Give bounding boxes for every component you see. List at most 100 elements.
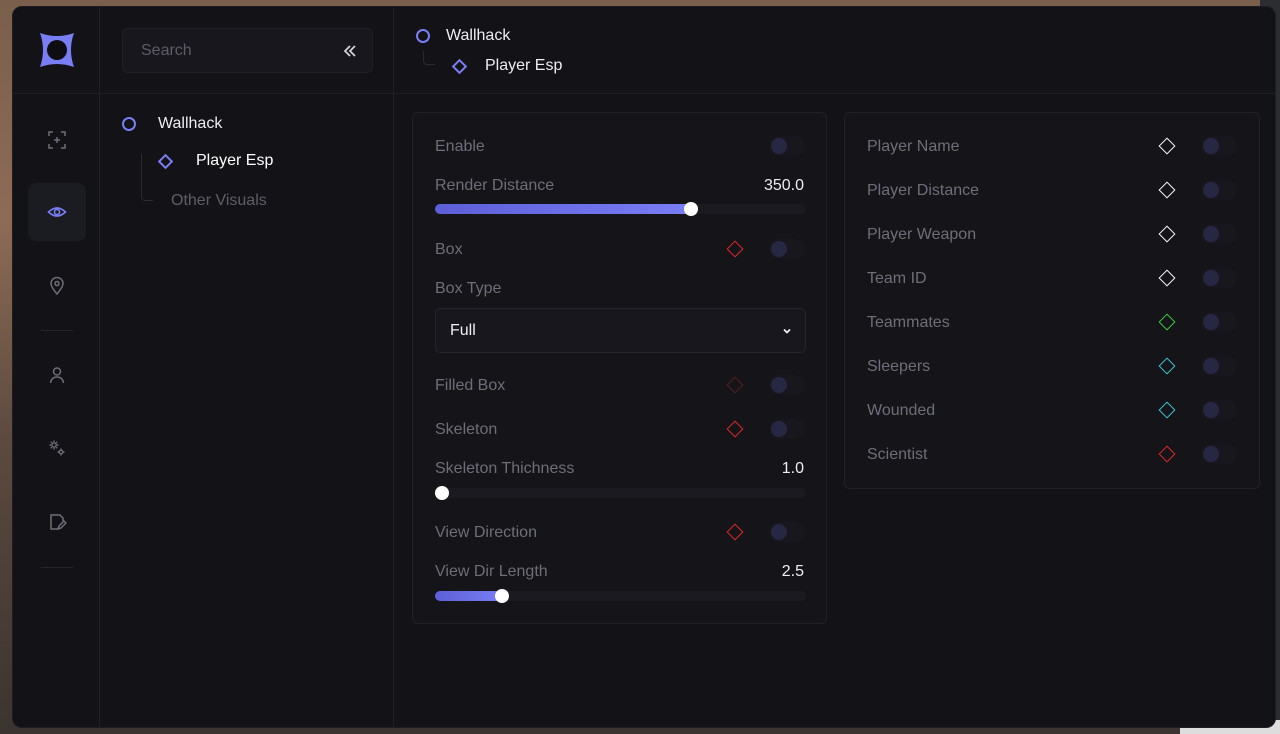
view-dir-length-slider[interactable]: [435, 589, 806, 603]
player-option-label: Player Name: [867, 138, 960, 155]
view-dir-length-value: 2.5: [781, 563, 804, 580]
tree-node-label: Wallhack: [158, 115, 223, 132]
skeleton-thickness-slider[interactable]: [435, 486, 806, 500]
player-option-color-swatch[interactable]: [1158, 401, 1176, 419]
player-option-label: Player Distance: [867, 182, 980, 199]
player-option-toggle[interactable]: [1201, 356, 1237, 376]
breadcrumb-root-label: Wallhack: [446, 27, 511, 44]
user-button[interactable]: [28, 346, 86, 404]
player-option-label: Wounded: [867, 402, 936, 419]
box-label: Box: [435, 241, 463, 258]
search-input[interactable]: [123, 29, 323, 72]
diamond-icon: [157, 153, 174, 169]
gears-icon: [49, 440, 65, 456]
box-type-value: Full: [450, 322, 476, 339]
view-direction-color-swatch[interactable]: [726, 523, 744, 541]
slider-handle[interactable]: [494, 589, 509, 603]
breadcrumb: Wallhack Player Esp: [394, 7, 1275, 94]
skeleton-thickness-label: Skeleton Thichness: [435, 460, 575, 477]
player-option-label: Player Weapon: [867, 226, 977, 243]
box-type-select[interactable]: Full: [435, 308, 806, 353]
player-option-toggle[interactable]: [1201, 224, 1237, 244]
app-window: Wallhack Player Esp Other Visuals Wallha…: [12, 6, 1276, 728]
rail-separator: [41, 567, 73, 568]
collapse-sidebar-button[interactable]: [340, 41, 360, 61]
player-option-toggle[interactable]: [1201, 136, 1237, 156]
toggle-knob: [1203, 270, 1219, 286]
skeleton-toggle[interactable]: [769, 419, 805, 439]
tree-node-label: Other Visuals: [171, 192, 267, 209]
breadcrumb-connector: [423, 51, 435, 65]
player-option-color-swatch[interactable]: [1158, 137, 1176, 155]
render-distance-slider[interactable]: [435, 202, 806, 216]
toggle-knob: [1203, 314, 1219, 330]
player-option-toggle[interactable]: [1201, 312, 1237, 332]
player-option-color-swatch[interactable]: [1158, 269, 1176, 287]
player-option-label: Team ID: [867, 270, 927, 287]
player-option-toggle[interactable]: [1201, 444, 1237, 464]
toggle-knob: [771, 524, 787, 540]
double-chevron-left-icon: [343, 45, 356, 57]
edit-document-icon: [50, 514, 67, 531]
tree-node-label: Player Esp: [196, 152, 274, 169]
player-option-color-swatch[interactable]: [1158, 225, 1176, 243]
tree-node-wallhack[interactable]: Wallhack: [122, 115, 222, 133]
toggle-knob: [1203, 138, 1219, 154]
edit-button[interactable]: [28, 493, 86, 551]
player-option-color-swatch[interactable]: [1158, 181, 1176, 199]
player-option-label: Sleepers: [867, 358, 931, 375]
settings-button[interactable]: [28, 419, 86, 477]
player-option-color-swatch[interactable]: [1158, 313, 1176, 331]
circle-icon: [122, 117, 136, 131]
toggle-knob: [1203, 182, 1219, 198]
skeleton-color-swatch[interactable]: [726, 420, 744, 438]
slider-handle[interactable]: [435, 486, 449, 500]
tree-node-other-visuals[interactable]: Other Visuals: [171, 192, 267, 210]
location-pin-icon: [50, 276, 64, 296]
player-option-toggle[interactable]: [1201, 268, 1237, 288]
skeleton-label: Skeleton: [435, 421, 498, 438]
breadcrumb-child[interactable]: Player Esp: [451, 57, 562, 75]
render-distance-value: 350.0: [763, 177, 804, 194]
toggle-knob: [771, 241, 787, 257]
search-box: [122, 28, 373, 73]
view-direction-label: View Direction: [435, 524, 537, 541]
tree-connector: [141, 154, 153, 201]
rail-separator: [41, 330, 73, 331]
slider-fill: [435, 591, 502, 601]
toggle-knob: [771, 421, 787, 437]
filled-box-color-swatch[interactable]: [726, 376, 744, 394]
box-toggle[interactable]: [769, 239, 805, 259]
eye-button[interactable]: [28, 183, 86, 241]
player-option-color-swatch[interactable]: [1158, 357, 1176, 375]
view-dir-length-label: View Dir Length: [435, 563, 548, 580]
player-option-label: Scientist: [867, 446, 928, 463]
filled-box-toggle[interactable]: [769, 375, 805, 395]
app-logo-icon[interactable]: [36, 29, 78, 71]
icon-rail: [13, 7, 100, 727]
eye-icon: [47, 207, 67, 217]
player-option-toggle[interactable]: [1201, 400, 1237, 420]
toggle-knob: [1203, 446, 1219, 462]
breadcrumb-root[interactable]: Wallhack: [416, 27, 510, 45]
location-button[interactable]: [28, 257, 86, 315]
crosshair-icon: [48, 131, 66, 149]
toggle-knob: [771, 377, 787, 393]
tree-divider: [100, 93, 394, 94]
player-option-toggle[interactable]: [1201, 180, 1237, 200]
box-color-swatch[interactable]: [726, 240, 744, 258]
rail-divider: [13, 93, 100, 94]
esp-settings-panel: Enable Render Distance 350.0 Box Box Typ…: [412, 112, 827, 624]
chevron-down-icon: [783, 328, 791, 334]
tree-node-player-esp[interactable]: Player Esp: [157, 152, 274, 170]
slider-handle[interactable]: [683, 202, 698, 216]
toggle-knob: [1203, 402, 1219, 418]
box-type-label: Box Type: [435, 280, 502, 297]
toggle-knob: [771, 138, 787, 154]
enable-toggle[interactable]: [769, 136, 805, 156]
player-info-panel: Player Name Player Distance Player Weapon T…: [844, 112, 1260, 489]
player-option-color-swatch[interactable]: [1158, 445, 1176, 463]
view-direction-toggle[interactable]: [769, 522, 805, 542]
crosshair-button[interactable]: [28, 111, 86, 169]
toggle-knob: [1203, 226, 1219, 242]
